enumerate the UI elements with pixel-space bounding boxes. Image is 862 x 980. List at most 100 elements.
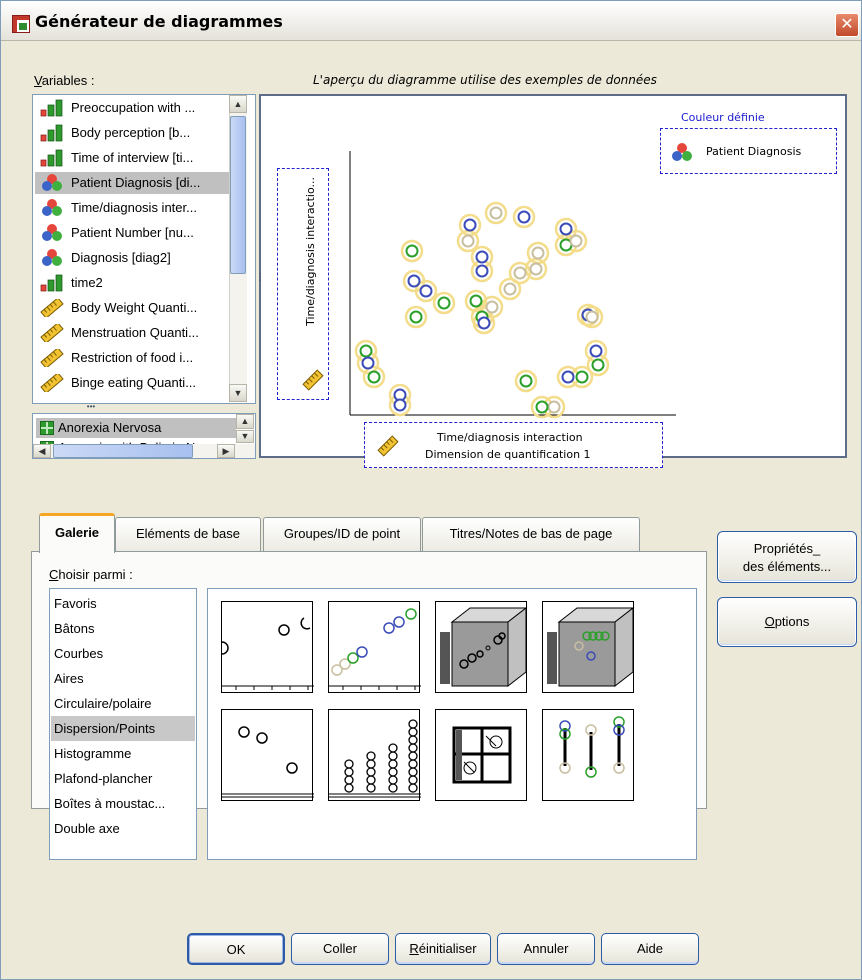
cancel-button[interactable]: Annuler (497, 933, 595, 965)
scatter-point (529, 262, 543, 276)
ok-button[interactable]: OK (187, 933, 285, 965)
help-button[interactable]: Aide (601, 933, 699, 965)
scatter-point (517, 210, 531, 224)
variable-label: Body Weight Quanti... (71, 300, 198, 315)
hscroll-left[interactable]: ◀ (33, 444, 51, 458)
tab-elements-de-base[interactable]: Eléments de base (115, 517, 261, 551)
paste-button[interactable]: Coller (291, 933, 389, 965)
variables-scrollbar[interactable]: ▲ ▼ (229, 95, 247, 402)
simple-scatter-icon[interactable] (221, 601, 314, 693)
scatter-point (367, 370, 381, 384)
title-bar[interactable]: Générateur de diagrammes ✕ (1, 1, 861, 41)
dot-mark (344, 783, 354, 793)
close-button[interactable]: ✕ (835, 13, 859, 37)
variables-label-text: ariables : (41, 73, 95, 88)
variable-item[interactable]: Menstruation Quanti... (35, 322, 235, 344)
grouped-3d-scatter-icon[interactable] (542, 601, 635, 693)
category-item[interactable]: Anorexia Nervosa (36, 418, 236, 438)
category-scroll-up[interactable]: ▲ (236, 414, 254, 429)
dot-mark (344, 775, 354, 785)
category-list[interactable]: Anorexia NervosaAnorexia with Bulimia N.… (32, 413, 256, 459)
summary-point-plot-icon[interactable] (221, 709, 314, 801)
variable-label: time2 (71, 275, 103, 290)
scatter-preview (349, 151, 676, 419)
chart-type-item[interactable]: Histogramme (51, 741, 195, 766)
chart-type-item[interactable]: Bâtons (51, 616, 195, 641)
chart-type-item[interactable]: Double axe (51, 816, 195, 841)
variable-label: Body perception [b... (71, 125, 191, 140)
y-axis-dropzone[interactable]: Time/diagnosis interactio... (277, 168, 329, 400)
variable-item[interactable]: Patient Diagnosis [di... (35, 172, 235, 194)
options-button[interactable]: Options (717, 597, 857, 647)
variable-item[interactable]: time2 (35, 272, 235, 294)
variable-item[interactable]: Body perception [b... (35, 122, 235, 144)
variable-item[interactable]: Binge eating Quanti... (35, 372, 235, 394)
category-hscrollbar[interactable]: ◀ ▶ (33, 444, 255, 458)
hscroll-right[interactable]: ▶ (217, 444, 235, 458)
variable-item[interactable]: Body Weight Quanti... (35, 297, 235, 319)
variable-item[interactable]: Preoccupation with ... (35, 97, 235, 119)
scatter-point (585, 310, 599, 324)
scatter-point (475, 250, 489, 264)
reset-button[interactable]: Réinitialiser (395, 933, 491, 965)
category-scroll-down[interactable]: ▼ (236, 430, 254, 443)
grouped-scatter-icon[interactable] (328, 601, 421, 693)
color-legend-dropzone[interactable]: Patient Diagnosis (660, 128, 837, 174)
scatter-point (361, 356, 375, 370)
splitter-handle[interactable]: ••• (61, 403, 121, 411)
chart-type-item[interactable]: Favoris (51, 591, 195, 616)
ruler-scale-icon (39, 347, 65, 369)
hscroll-thumb[interactable] (53, 444, 193, 458)
dot-mark (388, 775, 398, 785)
simple-3d-scatter-icon[interactable] (435, 601, 528, 693)
scatterplot-matrix-icon[interactable] (435, 709, 527, 801)
chart-type-item[interactable]: Courbes (51, 641, 195, 666)
chart-type-item[interactable]: Plafond-plancher (51, 766, 195, 791)
tab-titres-notes[interactable]: Titres/Notes de bas de page (422, 517, 640, 551)
scatter-point (407, 274, 421, 288)
variable-item[interactable]: Diagnosis [diag2] (35, 247, 235, 269)
dot-mark (388, 783, 398, 793)
bar-ordinal-icon (39, 99, 65, 117)
variables-label: Variables : (34, 73, 94, 88)
tab-groupes-id[interactable]: Groupes/ID de point (263, 517, 421, 551)
variable-label: Patient Diagnosis [di... (71, 175, 201, 190)
scatter-point (475, 264, 489, 278)
scroll-up-button[interactable]: ▲ (229, 95, 247, 113)
variable-label: Menstruation Quanti... (71, 325, 199, 340)
chart-type-item[interactable]: Dispersion/Points (51, 716, 195, 741)
chart-type-list[interactable]: Favoris Bâtons Courbes Aires Circulaire/pola… (49, 588, 197, 860)
dot-mark (388, 751, 398, 761)
dot-mark (366, 775, 376, 785)
gallery-thumbnails[interactable] (207, 588, 697, 860)
element-properties-button[interactable]: Propriétés_ des éléments... (717, 531, 857, 583)
canvas-splitter-dots[interactable]: ⋮ (255, 272, 265, 283)
variable-item[interactable]: Time/diagnosis inter... (35, 197, 235, 219)
variables-label-mnemonic: V (34, 73, 42, 88)
variable-label: Patient Number [nu... (71, 225, 194, 240)
scatter-point (569, 234, 583, 248)
properties-line1: Propriétés_ (753, 541, 821, 556)
chart-type-item[interactable]: Circulaire/polaire (51, 691, 195, 716)
x-axis-dropzone[interactable]: Time/diagnosis interaction Dimension de … (364, 422, 663, 468)
simple-dot-plot-icon[interactable] (328, 709, 421, 801)
nominal-icon (39, 249, 65, 267)
variable-item[interactable]: Restriction of food i... (35, 347, 235, 369)
chart-type-item[interactable]: Boîtes à moustac... (51, 791, 195, 816)
drop-line-icon[interactable] (542, 709, 634, 801)
dot-mark (408, 783, 418, 793)
x-axis-variable-name: Time/diagnosis interaction (437, 431, 583, 444)
scatter-point (589, 344, 603, 358)
dot-mark (366, 759, 376, 769)
scatter-point (409, 310, 423, 324)
chart-type-item[interactable]: Aires (51, 666, 195, 691)
variable-item[interactable]: Time of interview [ti... (35, 147, 235, 169)
variables-list[interactable]: Preoccupation with ... Body perception [b… (32, 94, 256, 404)
scroll-down-button[interactable]: ▼ (229, 384, 247, 402)
variable-label: Binge eating Quanti... (71, 375, 197, 390)
scroll-thumb[interactable] (230, 116, 246, 274)
tab-galerie[interactable]: Galerie (39, 513, 115, 553)
options-mnemonic: O (764, 614, 775, 629)
variable-item[interactable]: Patient Number [nu... (35, 222, 235, 244)
variable-label: Time/diagnosis inter... (71, 200, 197, 215)
